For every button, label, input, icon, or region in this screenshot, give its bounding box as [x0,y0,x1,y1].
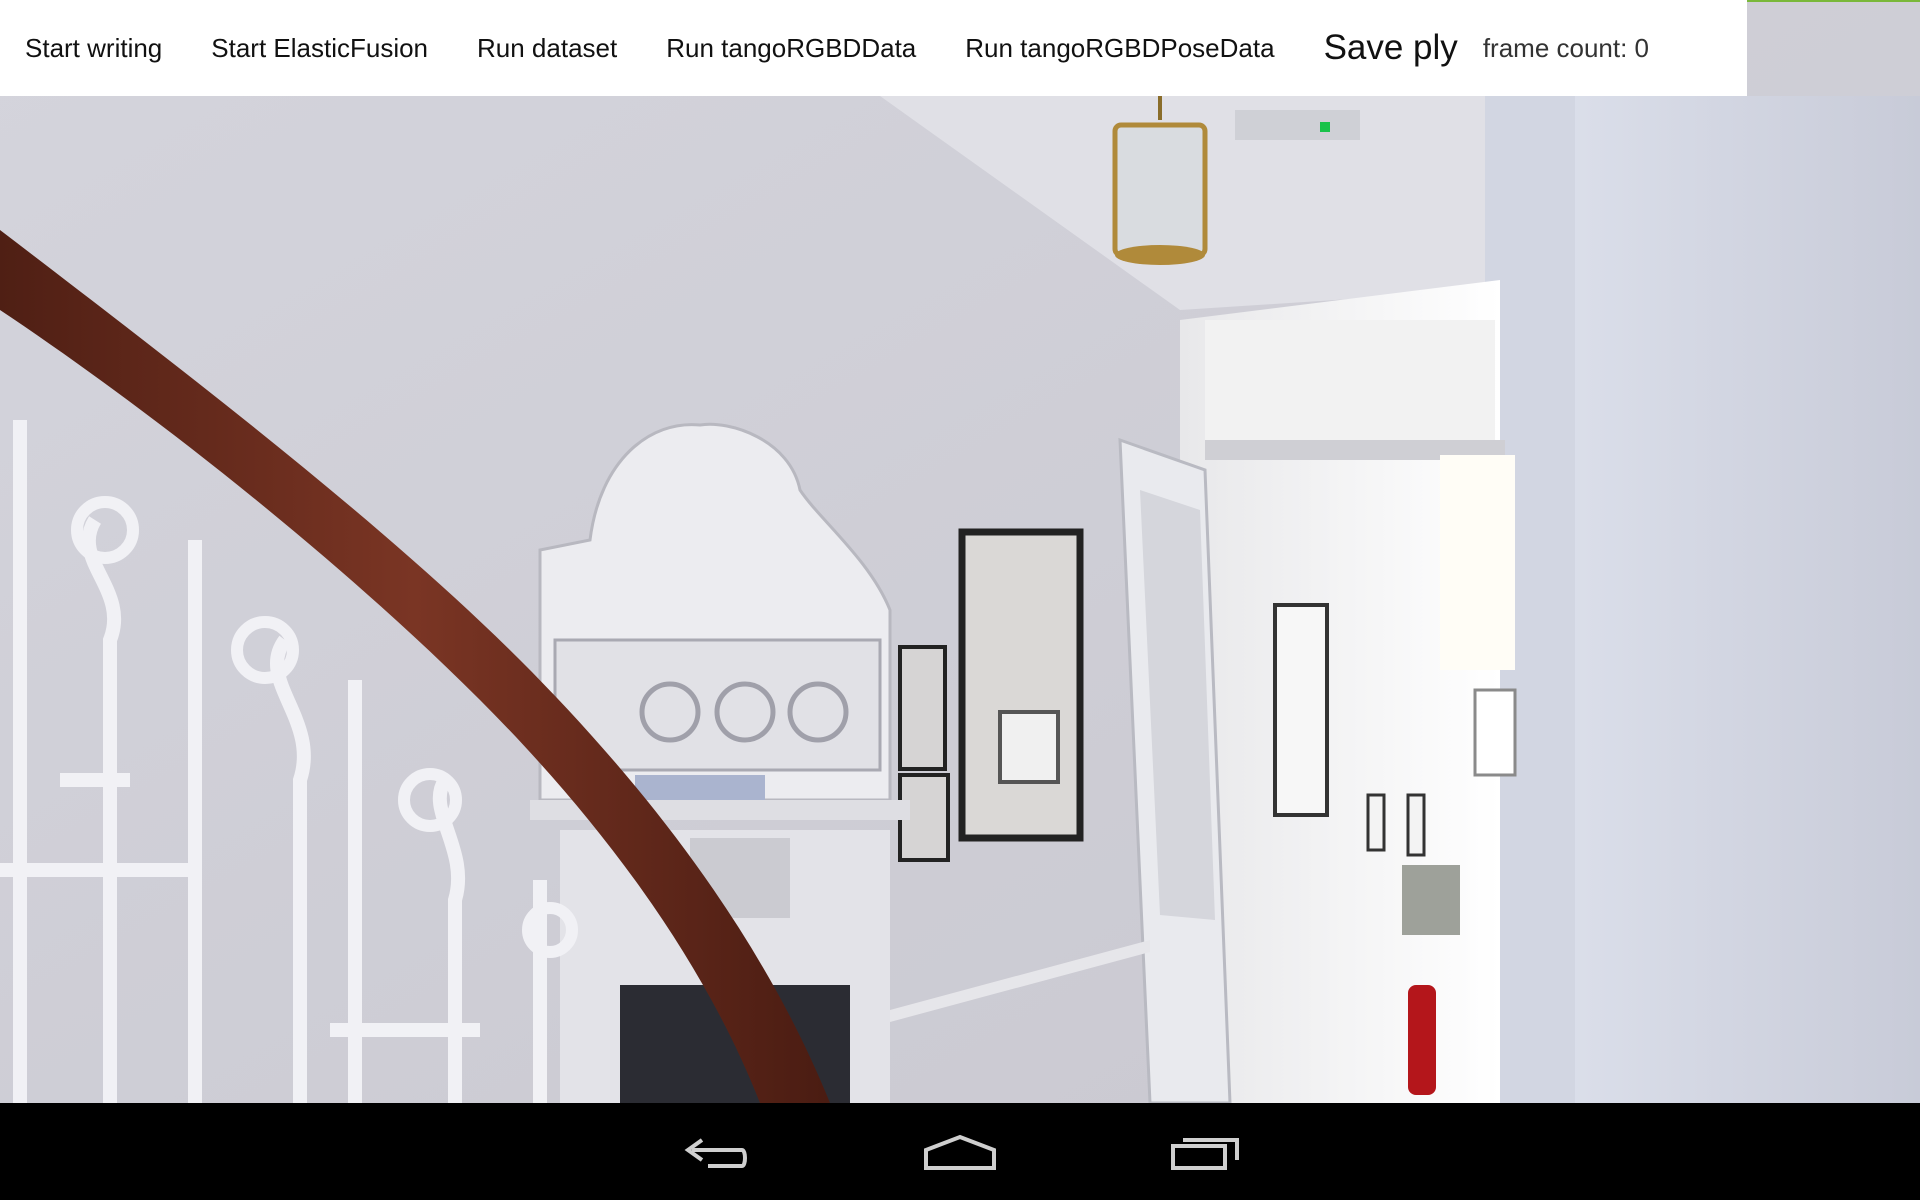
home-icon [924,1134,996,1170]
app-screen: Start writing Start ElasticFusion Run da… [0,0,1920,1200]
run-tango-rgbd-data-button[interactable]: Run tangoRGBDData [666,0,916,96]
frame-count-label: frame count: 0 [1482,32,1650,63]
back-icon [684,1138,747,1168]
run-dataset-button[interactable]: Run dataset [477,0,617,96]
status-bar-accent [1747,0,1920,2]
save-ply-button[interactable]: Save ply [1324,0,1458,96]
recent-apps-button[interactable] [1162,1127,1252,1177]
start-writing-button[interactable]: Start writing [25,0,162,96]
action-toolbar: Start writing Start ElasticFusion Run da… [0,0,1747,96]
camera-preview [0,0,1920,1103]
run-tango-rgbd-pose-data-button[interactable]: Run tangoRGBDPoseData [965,0,1274,96]
system-navigation-bar [0,1103,1920,1200]
camera-feed-image [0,0,1920,1103]
home-button[interactable] [915,1127,1005,1177]
back-button[interactable] [670,1127,760,1177]
start-elasticfusion-button[interactable]: Start ElasticFusion [211,0,428,96]
recent-apps-icon [1171,1138,1239,1170]
